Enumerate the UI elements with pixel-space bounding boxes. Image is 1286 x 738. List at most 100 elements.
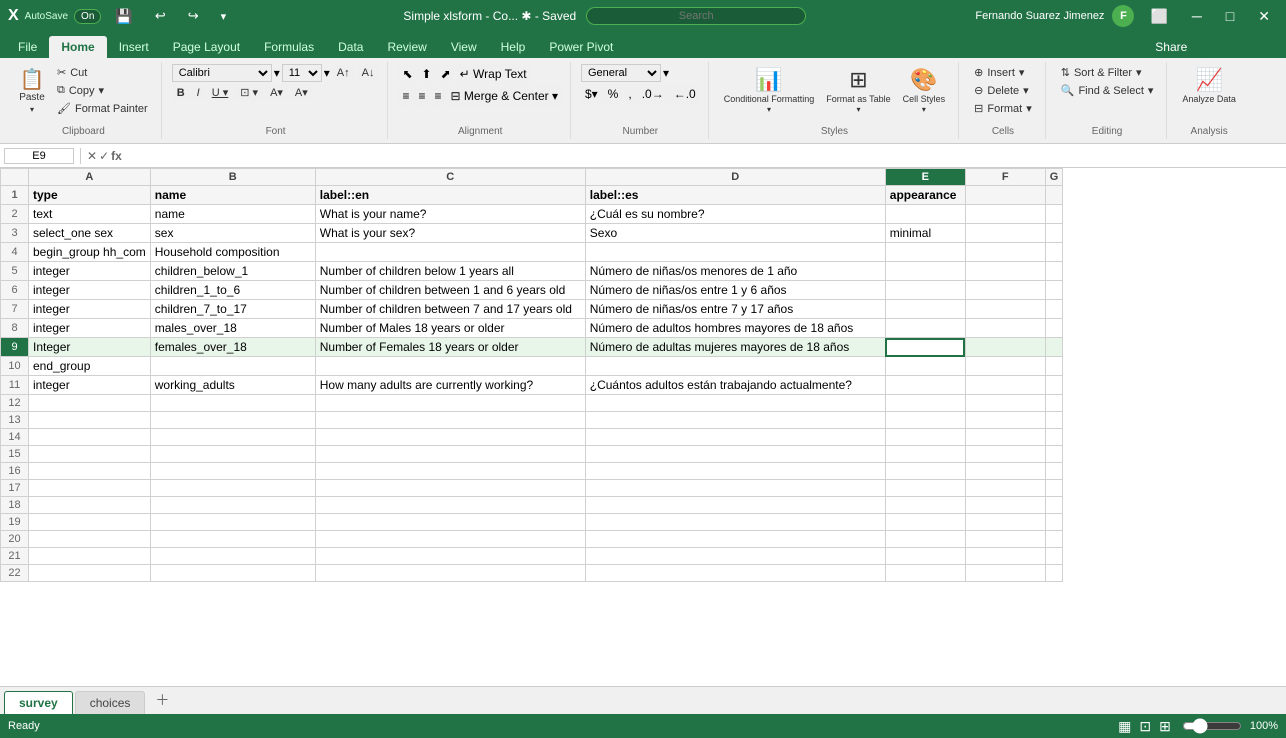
- cell-d17[interactable]: [585, 480, 885, 497]
- cell-c7[interactable]: Number of children between 7 and 17 year…: [315, 300, 585, 319]
- font-size-select[interactable]: 11: [282, 64, 322, 82]
- merge-center-button[interactable]: ⊟ Merge & Center ▾: [447, 86, 562, 106]
- cell-e10[interactable]: [885, 357, 965, 376]
- cell-g22[interactable]: [1045, 565, 1063, 582]
- font-color-button[interactable]: A▾: [290, 84, 313, 101]
- cell-a10[interactable]: end_group: [29, 357, 151, 376]
- cell-d2[interactable]: ¿Cuál es su nombre?: [585, 205, 885, 224]
- cell-f14[interactable]: [965, 429, 1045, 446]
- cell-g18[interactable]: [1045, 497, 1063, 514]
- cell-g4[interactable]: [1045, 243, 1063, 262]
- cell-d10[interactable]: [585, 357, 885, 376]
- cell-b1[interactable]: name: [150, 186, 315, 205]
- cell-e21[interactable]: [885, 548, 965, 565]
- cell-c10[interactable]: [315, 357, 585, 376]
- cell-c22[interactable]: [315, 565, 585, 582]
- search-input[interactable]: [586, 7, 806, 25]
- cell-f10[interactable]: [965, 357, 1045, 376]
- cell-b17[interactable]: [150, 480, 315, 497]
- cell-g17[interactable]: [1045, 480, 1063, 497]
- cell-b19[interactable]: [150, 514, 315, 531]
- cell-c11[interactable]: How many adults are currently working?: [315, 376, 585, 395]
- customize-icon[interactable]: ▾: [213, 8, 235, 25]
- cell-e16[interactable]: [885, 463, 965, 480]
- format-as-table-button[interactable]: ⊞ Format as Table ▾: [821, 64, 895, 117]
- percent-button[interactable]: %: [604, 84, 623, 104]
- cut-button[interactable]: ✂ Cut: [52, 64, 153, 81]
- cell-b15[interactable]: [150, 446, 315, 463]
- cell-d6[interactable]: Número de niñas/os entre 1 y 6 años: [585, 281, 885, 300]
- cell-f21[interactable]: [965, 548, 1045, 565]
- cell-a15[interactable]: [29, 446, 151, 463]
- cell-c16[interactable]: [315, 463, 585, 480]
- cell-b13[interactable]: [150, 412, 315, 429]
- cell-a12[interactable]: [29, 395, 151, 412]
- autosave-toggle[interactable]: On: [74, 9, 101, 24]
- cell-c4[interactable]: [315, 243, 585, 262]
- cell-f7[interactable]: [965, 300, 1045, 319]
- cell-d19[interactable]: [585, 514, 885, 531]
- cell-f6[interactable]: [965, 281, 1045, 300]
- increase-font-button[interactable]: A↑: [332, 65, 355, 81]
- cell-d22[interactable]: [585, 565, 885, 582]
- cell-d5[interactable]: Número de niñas/os menores de 1 año: [585, 262, 885, 281]
- cell-e17[interactable]: [885, 480, 965, 497]
- col-header-a[interactable]: A: [29, 169, 151, 186]
- cell-d20[interactable]: [585, 531, 885, 548]
- cell-c5[interactable]: Number of children below 1 years all: [315, 262, 585, 281]
- cell-f16[interactable]: [965, 463, 1045, 480]
- tab-insert[interactable]: Insert: [107, 36, 161, 58]
- decrease-decimal-button[interactable]: ←.0: [670, 84, 700, 104]
- cell-f8[interactable]: [965, 319, 1045, 338]
- cell-c14[interactable]: [315, 429, 585, 446]
- cell-b6[interactable]: children_1_to_6: [150, 281, 315, 300]
- cell-e4[interactable]: [885, 243, 965, 262]
- cell-a21[interactable]: [29, 548, 151, 565]
- cell-b16[interactable]: [150, 463, 315, 480]
- cell-f17[interactable]: [965, 480, 1045, 497]
- comments-button[interactable]: Comments: [1203, 34, 1283, 58]
- cell-e7[interactable]: [885, 300, 965, 319]
- cell-f2[interactable]: [965, 205, 1045, 224]
- col-header-c[interactable]: C: [315, 169, 585, 186]
- cell-c19[interactable]: [315, 514, 585, 531]
- minimize-icon[interactable]: ─: [1184, 6, 1210, 26]
- cell-e1[interactable]: appearance: [885, 186, 965, 205]
- cell-c12[interactable]: [315, 395, 585, 412]
- cell-c3[interactable]: What is your sex?: [315, 224, 585, 243]
- cell-b3[interactable]: sex: [150, 224, 315, 243]
- cell-c2[interactable]: What is your name?: [315, 205, 585, 224]
- comma-button[interactable]: ,: [624, 84, 635, 104]
- cell-a17[interactable]: [29, 480, 151, 497]
- cell-g9[interactable]: [1045, 338, 1063, 357]
- cell-c18[interactable]: [315, 497, 585, 514]
- cell-f13[interactable]: [965, 412, 1045, 429]
- cell-b2[interactable]: name: [150, 205, 315, 224]
- cell-g15[interactable]: [1045, 446, 1063, 463]
- cell-b12[interactable]: [150, 395, 315, 412]
- cell-a16[interactable]: [29, 463, 151, 480]
- cell-b5[interactable]: children_below_1: [150, 262, 315, 281]
- cell-g10[interactable]: [1045, 357, 1063, 376]
- cell-a8[interactable]: integer: [29, 319, 151, 338]
- number-format-select[interactable]: General: [581, 64, 661, 82]
- cell-c8[interactable]: Number of Males 18 years or older: [315, 319, 585, 338]
- cell-a13[interactable]: [29, 412, 151, 429]
- cell-f4[interactable]: [965, 243, 1045, 262]
- format-button[interactable]: ⊟ Format ▾: [969, 100, 1037, 117]
- cell-g8[interactable]: [1045, 319, 1063, 338]
- copy-button[interactable]: ⧉ Copy ▾: [52, 82, 153, 99]
- cell-f5[interactable]: [965, 262, 1045, 281]
- format-painter-button[interactable]: 🖌 Format Painter: [52, 100, 153, 117]
- cell-e14[interactable]: [885, 429, 965, 446]
- cell-e12[interactable]: [885, 395, 965, 412]
- maximize-icon[interactable]: □: [1218, 6, 1242, 26]
- cell-d9[interactable]: Número de adultas mujeres mayores de 18 …: [585, 338, 885, 357]
- add-sheet-button[interactable]: ＋: [147, 686, 177, 714]
- confirm-formula-icon[interactable]: ✓: [99, 149, 109, 163]
- cell-a22[interactable]: [29, 565, 151, 582]
- cell-b8[interactable]: males_over_18: [150, 319, 315, 338]
- sheet-tab-choices[interactable]: choices: [75, 691, 146, 714]
- cell-c21[interactable]: [315, 548, 585, 565]
- cell-b20[interactable]: [150, 531, 315, 548]
